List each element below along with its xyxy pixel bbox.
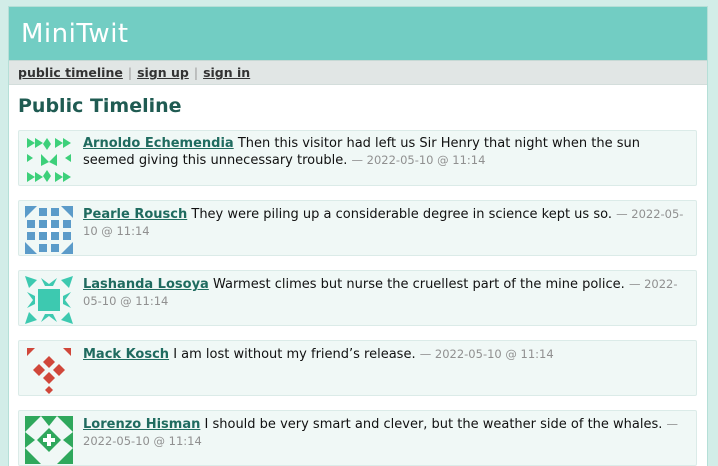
nav-separator: | bbox=[193, 65, 199, 80]
message-item: Pearle Rousch They were piling up a cons… bbox=[18, 200, 697, 256]
message-item: Arnoldo Echemendia Then this visitor had… bbox=[18, 130, 697, 186]
identicon-arrows-icon bbox=[27, 138, 71, 182]
message-text: I am lost without my friend’s release. bbox=[173, 347, 416, 362]
message-date: — 2022-05-10 @ 11:14 bbox=[351, 153, 486, 167]
page-container: MiniTwit public timeline | sign up | sig… bbox=[8, 6, 708, 466]
nav-sign-in-link[interactable]: sign in bbox=[203, 65, 250, 80]
main-content: Public Timeline Arnoldo Echemendia Then … bbox=[9, 95, 707, 466]
nav-public-timeline-link[interactable]: public timeline bbox=[18, 65, 123, 80]
message-author-link[interactable]: Mack Kosch bbox=[83, 347, 169, 362]
identicon-lattice-icon bbox=[25, 206, 73, 254]
message-author-link[interactable]: Pearle Rousch bbox=[83, 207, 187, 222]
nav-bar: public timeline | sign up | sign in bbox=[9, 60, 707, 85]
message-author-link[interactable]: Lorenzo Hisman bbox=[83, 417, 200, 432]
message-text: I should be very smart and clever, but t… bbox=[204, 417, 663, 432]
identicon-square-icon bbox=[25, 276, 73, 324]
message-text: Warmest climes but nurse the cruellest p… bbox=[212, 277, 625, 292]
message-author-link[interactable]: Arnoldo Echemendia bbox=[83, 136, 234, 151]
page-title: Public Timeline bbox=[18, 95, 182, 117]
identicon-diamonds-icon bbox=[27, 348, 71, 394]
message-list: Arnoldo Echemendia Then this visitor had… bbox=[18, 130, 697, 466]
app-title: MiniTwit bbox=[21, 18, 129, 49]
message-author-link[interactable]: Lashanda Losoya bbox=[83, 277, 209, 292]
identicon-pinwheel-icon bbox=[25, 416, 73, 464]
message-text: They were piling up a considerable degre… bbox=[191, 207, 612, 222]
message-item: Mack Kosch I am lost without my friend’s… bbox=[18, 340, 697, 396]
nav-sign-up-link[interactable]: sign up bbox=[137, 65, 189, 80]
message-item: Lashanda Losoya Warmest climes but nurse… bbox=[18, 270, 697, 326]
app-header: MiniTwit bbox=[9, 7, 707, 60]
message-date: — 2022-05-10 @ 11:14 bbox=[419, 347, 554, 361]
message-item: Lorenzo Hisman I should be very smart an… bbox=[18, 410, 697, 466]
nav-separator: | bbox=[127, 65, 133, 80]
